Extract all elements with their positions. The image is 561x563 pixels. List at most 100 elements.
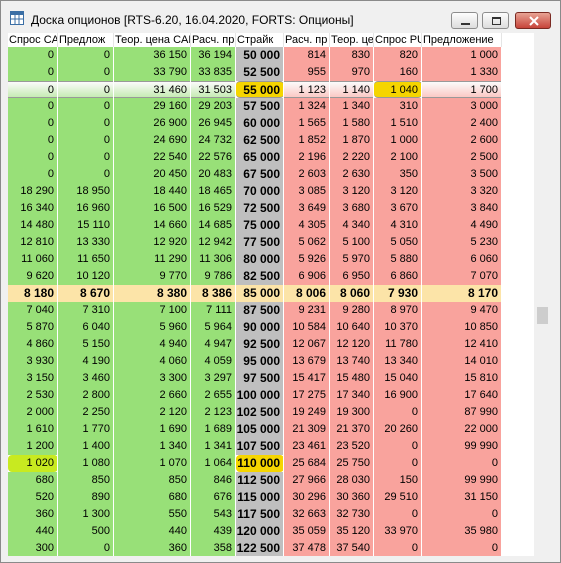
cell-put-calc[interactable]: 5 926	[284, 251, 330, 268]
cell-put-theo[interactable]: 8 060	[330, 285, 374, 302]
cell-put-bid[interactable]: 0	[374, 438, 422, 455]
cell-put-calc[interactable]: 2 603	[284, 166, 330, 183]
cell-call-ask[interactable]: 890	[58, 489, 114, 506]
cell-call-ask[interactable]: 13 330	[58, 234, 114, 251]
table-row[interactable]: 5 870 6 040 5 960 5 964 90 000 10 584 10 640 10…	[8, 319, 534, 336]
cell-put-ask[interactable]: 2 400	[422, 115, 502, 132]
cell-call-theo[interactable]: 8 380	[114, 285, 191, 302]
cell-put-calc[interactable]: 3 085	[284, 183, 330, 200]
cell-put-theo[interactable]: 1 870	[330, 132, 374, 149]
cell-call-bid[interactable]: 0	[8, 81, 58, 98]
cell-call-calc[interactable]: 9 786	[191, 268, 236, 285]
cell-put-bid[interactable]: 16 900	[374, 387, 422, 404]
cell-call-theo[interactable]: 440	[114, 523, 191, 540]
cell-put-bid[interactable]: 160	[374, 64, 422, 81]
cell-call-bid[interactable]: 7 040	[8, 302, 58, 319]
cell-put-calc[interactable]: 23 461	[284, 438, 330, 455]
cell-call-ask[interactable]: 16 960	[58, 200, 114, 217]
cell-strike[interactable]: 80 000	[236, 251, 284, 268]
cell-put-ask[interactable]: 1 000	[422, 47, 502, 64]
cell-put-ask[interactable]: 2 500	[422, 149, 502, 166]
cell-put-calc[interactable]: 1 565	[284, 115, 330, 132]
cell-call-calc[interactable]: 22 576	[191, 149, 236, 166]
cell-put-bid[interactable]: 10 370	[374, 319, 422, 336]
table-row[interactable]: 2 530 2 800 2 660 2 655 100 000 17 275 17 340 1…	[8, 387, 534, 404]
cell-call-theo[interactable]: 9 770	[114, 268, 191, 285]
cell-put-theo[interactable]: 23 520	[330, 438, 374, 455]
table-row[interactable]: 1 020 1 080 1 070 1 064 110 000 25 684 25 750 0…	[8, 455, 534, 472]
cell-put-theo[interactable]: 30 360	[330, 489, 374, 506]
cell-call-bid[interactable]: 0	[8, 98, 58, 115]
cell-put-theo[interactable]: 35 120	[330, 523, 374, 540]
table-row[interactable]: 3 930 4 190 4 060 4 059 95 000 13 679 13 740 13…	[8, 353, 534, 370]
cell-strike[interactable]: 120 000	[236, 523, 284, 540]
cell-put-bid[interactable]: 310	[374, 98, 422, 115]
cell-strike[interactable]: 87 500	[236, 302, 284, 319]
cell-call-calc[interactable]: 12 942	[191, 234, 236, 251]
cell-put-calc[interactable]: 27 966	[284, 472, 330, 489]
cell-call-theo[interactable]: 29 160	[114, 98, 191, 115]
table-row[interactable]: 0 0 33 790 33 835 52 500 955 970 160 1 330	[8, 64, 534, 81]
cell-call-calc[interactable]: 439	[191, 523, 236, 540]
cell-put-ask[interactable]: 14 010	[422, 353, 502, 370]
cell-put-ask[interactable]: 15 810	[422, 370, 502, 387]
cell-call-theo[interactable]: 5 960	[114, 319, 191, 336]
cell-strike[interactable]: 52 500	[236, 64, 284, 81]
table-row[interactable]: 0 0 20 450 20 483 67 500 2 603 2 630 350 3 500	[8, 166, 534, 183]
table-row[interactable]: 440 500 440 439 120 000 35 059 35 120 33 970 35 …	[8, 523, 534, 540]
cell-put-ask[interactable]: 8 170	[422, 285, 502, 302]
cell-call-theo[interactable]: 31 460	[114, 81, 191, 98]
cell-put-bid[interactable]: 820	[374, 47, 422, 64]
cell-call-calc[interactable]: 1 689	[191, 421, 236, 438]
cell-call-theo[interactable]: 26 900	[114, 115, 191, 132]
cell-strike[interactable]: 95 000	[236, 353, 284, 370]
cell-put-ask[interactable]: 7 070	[422, 268, 502, 285]
cell-call-ask[interactable]: 11 650	[58, 251, 114, 268]
cell-put-calc[interactable]: 4 305	[284, 217, 330, 234]
cell-strike[interactable]: 117 500	[236, 506, 284, 523]
cell-put-theo[interactable]: 15 480	[330, 370, 374, 387]
cell-call-theo[interactable]: 7 100	[114, 302, 191, 319]
cell-put-theo[interactable]: 5 970	[330, 251, 374, 268]
table-row[interactable]: 12 810 13 330 12 920 12 942 77 500 5 062 5 100…	[8, 234, 534, 251]
cell-strike[interactable]: 122 500	[236, 540, 284, 556]
cell-strike[interactable]: 97 500	[236, 370, 284, 387]
cell-strike[interactable]: 105 000	[236, 421, 284, 438]
cell-put-ask[interactable]: 99 990	[422, 472, 502, 489]
cell-call-bid[interactable]: 1 020	[8, 455, 58, 472]
cell-call-calc[interactable]: 26 945	[191, 115, 236, 132]
cell-call-theo[interactable]: 22 540	[114, 149, 191, 166]
cell-put-calc[interactable]: 15 417	[284, 370, 330, 387]
column-header-call-ask[interactable]: Предлож	[58, 33, 114, 47]
cell-put-bid[interactable]: 11 780	[374, 336, 422, 353]
cell-put-calc[interactable]: 1 123	[284, 81, 330, 98]
column-header-put-calc[interactable]: Расч. пр	[284, 33, 330, 47]
cell-call-ask[interactable]: 15 110	[58, 217, 114, 234]
table-row[interactable]: 520 890 680 676 115 000 30 296 30 360 29 510 31 …	[8, 489, 534, 506]
cell-call-calc[interactable]: 31 503	[191, 81, 236, 98]
cell-call-ask[interactable]: 2 800	[58, 387, 114, 404]
cell-put-calc[interactable]: 21 309	[284, 421, 330, 438]
cell-put-theo[interactable]: 17 340	[330, 387, 374, 404]
cell-call-ask[interactable]: 2 250	[58, 404, 114, 421]
cell-put-theo[interactable]: 13 740	[330, 353, 374, 370]
cell-strike[interactable]: 77 500	[236, 234, 284, 251]
table-row[interactable]: 16 340 16 960 16 500 16 529 72 500 3 649 3 680…	[8, 200, 534, 217]
cell-put-bid[interactable]: 33 970	[374, 523, 422, 540]
cell-call-theo[interactable]: 680	[114, 489, 191, 506]
cell-strike[interactable]: 100 000	[236, 387, 284, 404]
cell-strike[interactable]: 65 000	[236, 149, 284, 166]
cell-put-bid[interactable]: 8 970	[374, 302, 422, 319]
cell-put-bid[interactable]: 350	[374, 166, 422, 183]
cell-put-calc[interactable]: 35 059	[284, 523, 330, 540]
cell-call-calc[interactable]: 29 203	[191, 98, 236, 115]
cell-call-theo[interactable]: 33 790	[114, 64, 191, 81]
cell-put-calc[interactable]: 814	[284, 47, 330, 64]
cell-call-bid[interactable]: 300	[8, 540, 58, 556]
cell-put-ask[interactable]: 1 330	[422, 64, 502, 81]
table-row[interactable]: 0 0 24 690 24 732 62 500 1 852 1 870 1 000 2 600	[8, 132, 534, 149]
cell-call-calc[interactable]: 543	[191, 506, 236, 523]
table-row[interactable]: 4 860 5 150 4 940 4 947 92 500 12 067 12 120 11…	[8, 336, 534, 353]
cell-put-bid[interactable]: 1 040	[374, 81, 422, 98]
cell-call-bid[interactable]: 0	[8, 149, 58, 166]
